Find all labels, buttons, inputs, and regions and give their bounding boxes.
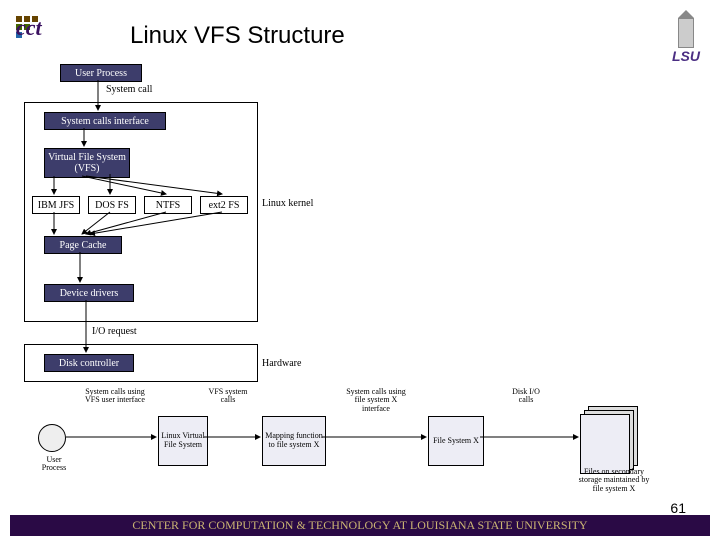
svg-text:cct: cct — [16, 15, 43, 39]
page-number: 61 — [670, 500, 686, 516]
lsu-logo: LSU — [672, 10, 700, 64]
arrows-main — [14, 64, 354, 384]
slide-header: cct Linux VFS Structure LSU — [0, 4, 720, 62]
flow-diagram: System calls using VFS user interface VF… — [38, 388, 668, 488]
tower-icon — [674, 10, 698, 46]
footer-bar: CENTER FOR COMPUTATION & TECHNOLOGY AT L… — [10, 515, 710, 536]
vfs-diagram: User Process System call Linux kernel Sy… — [14, 64, 354, 384]
cct-wordmark-icon: cct — [16, 15, 62, 39]
lsu-label: LSU — [672, 48, 700, 64]
page-title: Linux VFS Structure — [130, 22, 345, 50]
arrows-bottom — [38, 388, 668, 488]
cct-logo: cct — [16, 16, 40, 38]
